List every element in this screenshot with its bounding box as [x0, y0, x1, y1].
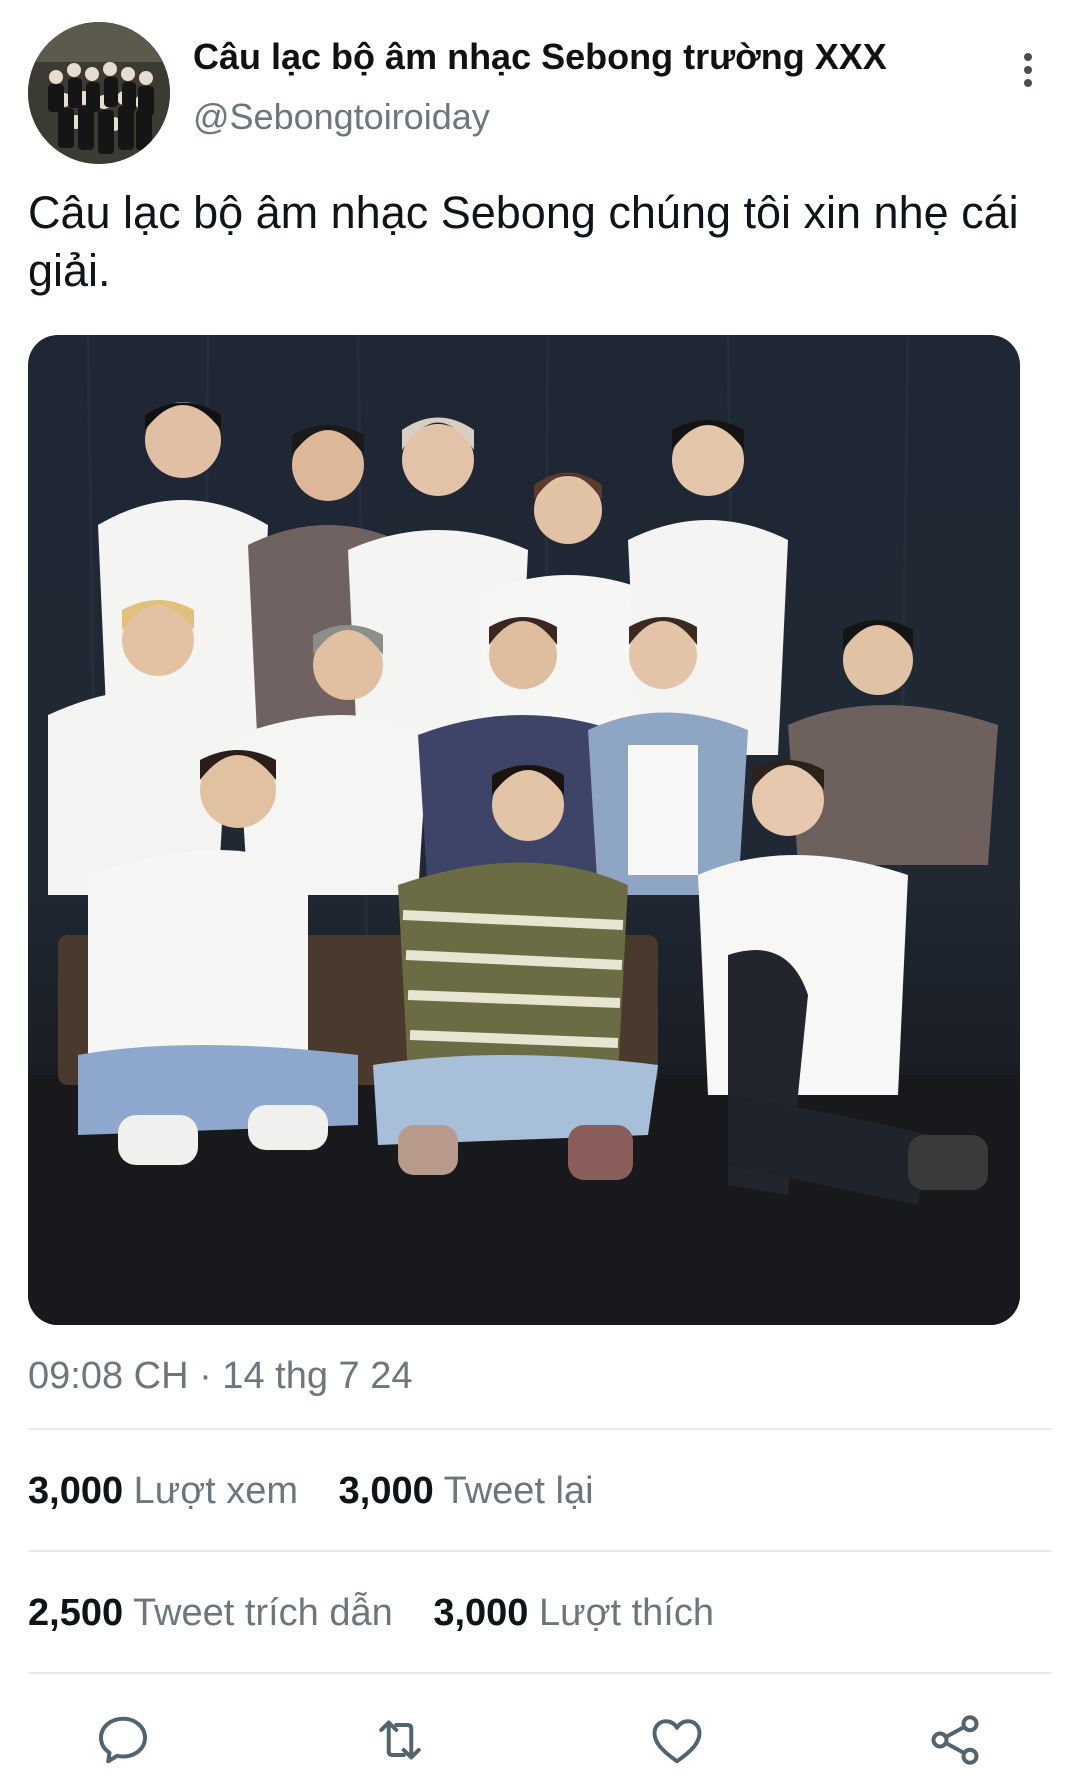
- quotes-count: 2,500: [28, 1592, 124, 1634]
- avatar[interactable]: [28, 22, 170, 164]
- action-bar: [0, 1705, 1080, 1775]
- tweet-header: Câu lạc bộ âm nhạc Sebong trường XXX @Se…: [28, 22, 1052, 164]
- likes-count: 3,000: [433, 1592, 529, 1634]
- tweet-photo[interactable]: [28, 335, 1020, 1325]
- quotes-label: Tweet trích dẫn: [132, 1592, 393, 1634]
- views-label: Lượt xem: [133, 1470, 299, 1512]
- retweets-stat[interactable]: 3,000 Tweet lại: [339, 1470, 594, 1513]
- more-options-icon[interactable]: [1010, 48, 1046, 98]
- divider: [28, 1672, 1052, 1674]
- reply-icon: [99, 1716, 147, 1764]
- divider: [28, 1428, 1052, 1430]
- like-icon: [652, 1719, 702, 1764]
- share-button[interactable]: [920, 1705, 990, 1775]
- likes-label: Lượt thích: [539, 1592, 714, 1634]
- retweet-icon: [379, 1720, 421, 1760]
- retweet-button[interactable]: [365, 1705, 435, 1775]
- quotes-stat[interactable]: 2,500 Tweet trích dẫn: [28, 1592, 393, 1635]
- stats-row-2: 2,500 Tweet trích dẫn 3,000 Lượt thích: [28, 1592, 744, 1635]
- tweet-detail-page: Câu lạc bộ âm nhạc Sebong trường XXX @Se…: [0, 0, 1080, 1792]
- author-handle[interactable]: @Sebongtoiroiday: [193, 96, 490, 138]
- stats-row-1: 3,000 Lượt xem 3,000 Tweet lại: [28, 1470, 624, 1513]
- reply-button[interactable]: [88, 1705, 158, 1775]
- views-count: 3,000: [28, 1470, 124, 1512]
- views-stat[interactable]: 3,000 Lượt xem: [28, 1470, 298, 1513]
- retweets-count: 3,000: [338, 1470, 434, 1512]
- likes-stat[interactable]: 3,000 Lượt thích: [433, 1592, 714, 1635]
- share-icon: [931, 1715, 979, 1765]
- tweet-timestamp: 09:08 CH · 14 thg 7 24: [28, 1355, 413, 1397]
- retweets-label: Tweet lại: [443, 1470, 594, 1512]
- like-button[interactable]: [642, 1705, 712, 1775]
- tweet-text: Câu lạc bộ âm nhạc Sebong chúng tôi xin …: [28, 187, 1019, 296]
- author-name[interactable]: Câu lạc bộ âm nhạc Sebong trường XXX: [193, 36, 887, 78]
- divider: [28, 1550, 1052, 1552]
